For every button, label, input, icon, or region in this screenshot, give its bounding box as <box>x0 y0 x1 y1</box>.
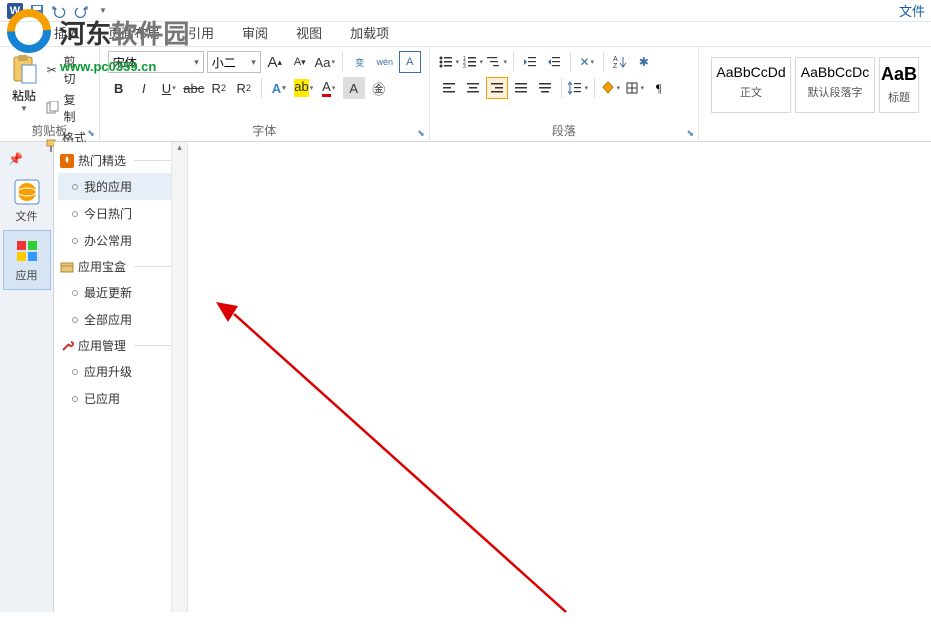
ribbon-tabs: 插入 页面布局 引用 审阅 视图 加载项 <box>0 22 931 46</box>
group-paragraph-title: 段落⬊ <box>438 122 690 139</box>
pin-icon[interactable]: 📌 <box>8 152 23 166</box>
apps-icon <box>13 237 41 265</box>
char-shading-button[interactable]: A <box>343 77 365 99</box>
increase-indent-button[interactable] <box>543 51 565 73</box>
main-area: 📌 文件 应用 热门精选 我的应用 今日热门 办公常用 应用宝盒 最近更 <box>0 142 931 612</box>
qat-undo-button[interactable] <box>50 2 68 20</box>
enclose-button[interactable]: ㊎ <box>368 77 390 99</box>
change-case-button[interactable]: Aa▾ <box>314 51 336 73</box>
highlight-button[interactable]: ab▾ <box>293 77 315 99</box>
borders-button[interactable]: ▾ <box>624 77 646 99</box>
group-font-title: 字体⬊ <box>108 122 421 139</box>
strikethrough-button[interactable]: abc <box>183 77 205 99</box>
tab-addins[interactable]: 加载项 <box>336 22 403 46</box>
app-icon: W <box>6 2 24 20</box>
nav-header-box[interactable]: 应用宝盒 <box>58 254 183 279</box>
annotation-arrow <box>216 302 576 632</box>
grow-font-button[interactable]: A▴ <box>264 51 286 73</box>
show-hide-button[interactable]: ✱ <box>633 51 655 73</box>
nav-item-applied[interactable]: 已应用 <box>58 385 183 412</box>
globe-icon <box>13 178 41 206</box>
style-normal[interactable]: AaBbCcDd 正文 <box>711 57 791 113</box>
font-color-button[interactable]: A▾ <box>318 77 340 99</box>
cut-button[interactable]: ✂剪切 <box>40 51 91 89</box>
distribute-button[interactable] <box>534 77 556 99</box>
rail-apps-button[interactable]: 应用 <box>3 230 51 290</box>
style-heading[interactable]: AaB 标题 <box>879 57 919 113</box>
shading-button[interactable]: ▾ <box>600 77 622 99</box>
nav-item-recent[interactable]: 最近更新 <box>58 279 183 306</box>
shrink-font-button[interactable]: A▾ <box>289 51 311 73</box>
nav-item-upgrade[interactable]: 应用升级 <box>58 358 183 385</box>
svg-text:Z: Z <box>613 63 618 70</box>
copy-icon <box>44 100 60 116</box>
subscript-button[interactable]: R2 <box>208 77 230 99</box>
align-center-button[interactable] <box>462 77 484 99</box>
group-font: 宋体▾ 小二▾ A▴ A▾ Aa▾ 变 wén A B I U▾ abc R2 … <box>100 47 430 141</box>
tab-view[interactable]: 视图 <box>282 22 336 46</box>
svg-text:3: 3 <box>463 64 466 70</box>
nav-header-manage[interactable]: 应用管理 <box>58 333 183 358</box>
sort-button[interactable]: AZ <box>609 51 631 73</box>
italic-button[interactable]: I <box>133 77 155 99</box>
flame-icon <box>60 154 74 168</box>
document-canvas[interactable] <box>188 142 931 612</box>
underline-button[interactable]: U▾ <box>158 77 180 99</box>
show-marks-button[interactable]: ¶ <box>648 77 670 99</box>
rail-file-button[interactable]: 文件 <box>3 172 51 230</box>
qat-customize-button[interactable]: ▼ <box>94 2 112 20</box>
enclose-char-button[interactable]: wén <box>374 51 396 73</box>
ribbon: 粘贴 ▼ ✂剪切 复制 格式刷 剪贴板⬊ 宋体▾ 小二▾ A▴ A▾ Aa▾ 变… <box>0 46 931 142</box>
font-size-combo[interactable]: 小二▾ <box>207 51 261 73</box>
nav-item-my-apps[interactable]: 我的应用 <box>58 173 183 200</box>
group-paragraph: ▾ 123▾ ▾ ✕▾ AZ ✱ ▾ ▾ ▾ ¶ 段落⬊ <box>430 47 699 141</box>
tab-page-layout[interactable]: 页面布局 <box>94 22 174 46</box>
nav-item-all[interactable]: 全部应用 <box>58 306 183 333</box>
nav-scrollbar[interactable]: ▴ <box>171 142 187 612</box>
paragraph-dialog-launcher[interactable]: ⬊ <box>686 128 694 139</box>
paste-label: 粘贴 <box>8 87 40 104</box>
paste-button[interactable]: 粘贴 ▼ <box>8 51 40 121</box>
tab-references[interactable]: 引用 <box>174 22 228 46</box>
group-clipboard: 粘贴 ▼ ✂剪切 复制 格式刷 剪贴板⬊ <box>0 47 100 141</box>
svg-text:A: A <box>613 56 618 63</box>
file-menu-link[interactable]: 文件 <box>899 1 925 20</box>
style-default-para[interactable]: AaBbCcDc 默认段落字 <box>795 57 875 113</box>
box-icon <box>60 260 74 274</box>
multilevel-list-button[interactable]: ▾ <box>486 51 508 73</box>
qat-redo-button[interactable] <box>72 2 90 20</box>
scissors-icon: ✂ <box>44 62 60 78</box>
asian-layout-button[interactable]: ✕▾ <box>576 51 598 73</box>
wrench-icon <box>60 339 74 353</box>
left-rail: 📌 文件 应用 <box>0 142 54 612</box>
align-right-button[interactable] <box>486 77 508 99</box>
tab-insert[interactable]: 插入 <box>40 22 94 46</box>
text-effects-button[interactable]: A▾ <box>268 77 290 99</box>
phonetic-guide-button[interactable]: 变 <box>349 51 371 73</box>
bullets-button[interactable]: ▾ <box>438 51 460 73</box>
tab-review[interactable]: 审阅 <box>228 22 282 46</box>
qat-save-button[interactable] <box>28 2 46 20</box>
align-left-button[interactable] <box>438 77 460 99</box>
nav-item-today-hot[interactable]: 今日热门 <box>58 200 183 227</box>
group-styles: AaBbCcDd 正文 AaBbCcDc 默认段落字 AaB 标题 <box>699 47 931 141</box>
clipboard-dialog-launcher[interactable]: ⬊ <box>87 128 95 139</box>
decrease-indent-button[interactable] <box>519 51 541 73</box>
title-bar: W ▼ 文件 <box>0 0 931 22</box>
superscript-button[interactable]: R2 <box>233 77 255 99</box>
bold-button[interactable]: B <box>108 77 130 99</box>
nav-pane: 热门精选 我的应用 今日热门 办公常用 应用宝盒 最近更新 全部应用 应用管理 … <box>54 142 188 612</box>
line-spacing-button[interactable]: ▾ <box>567 77 589 99</box>
numbering-button[interactable]: 123▾ <box>462 51 484 73</box>
nav-item-office[interactable]: 办公常用 <box>58 227 183 254</box>
nav-header-hot[interactable]: 热门精选 <box>58 148 183 173</box>
justify-button[interactable] <box>510 77 532 99</box>
font-dialog-launcher[interactable]: ⬊ <box>417 128 425 139</box>
group-clipboard-title: 剪贴板⬊ <box>8 122 91 139</box>
char-border-button[interactable]: A <box>399 51 421 73</box>
font-name-combo[interactable]: 宋体▾ <box>108 51 204 73</box>
